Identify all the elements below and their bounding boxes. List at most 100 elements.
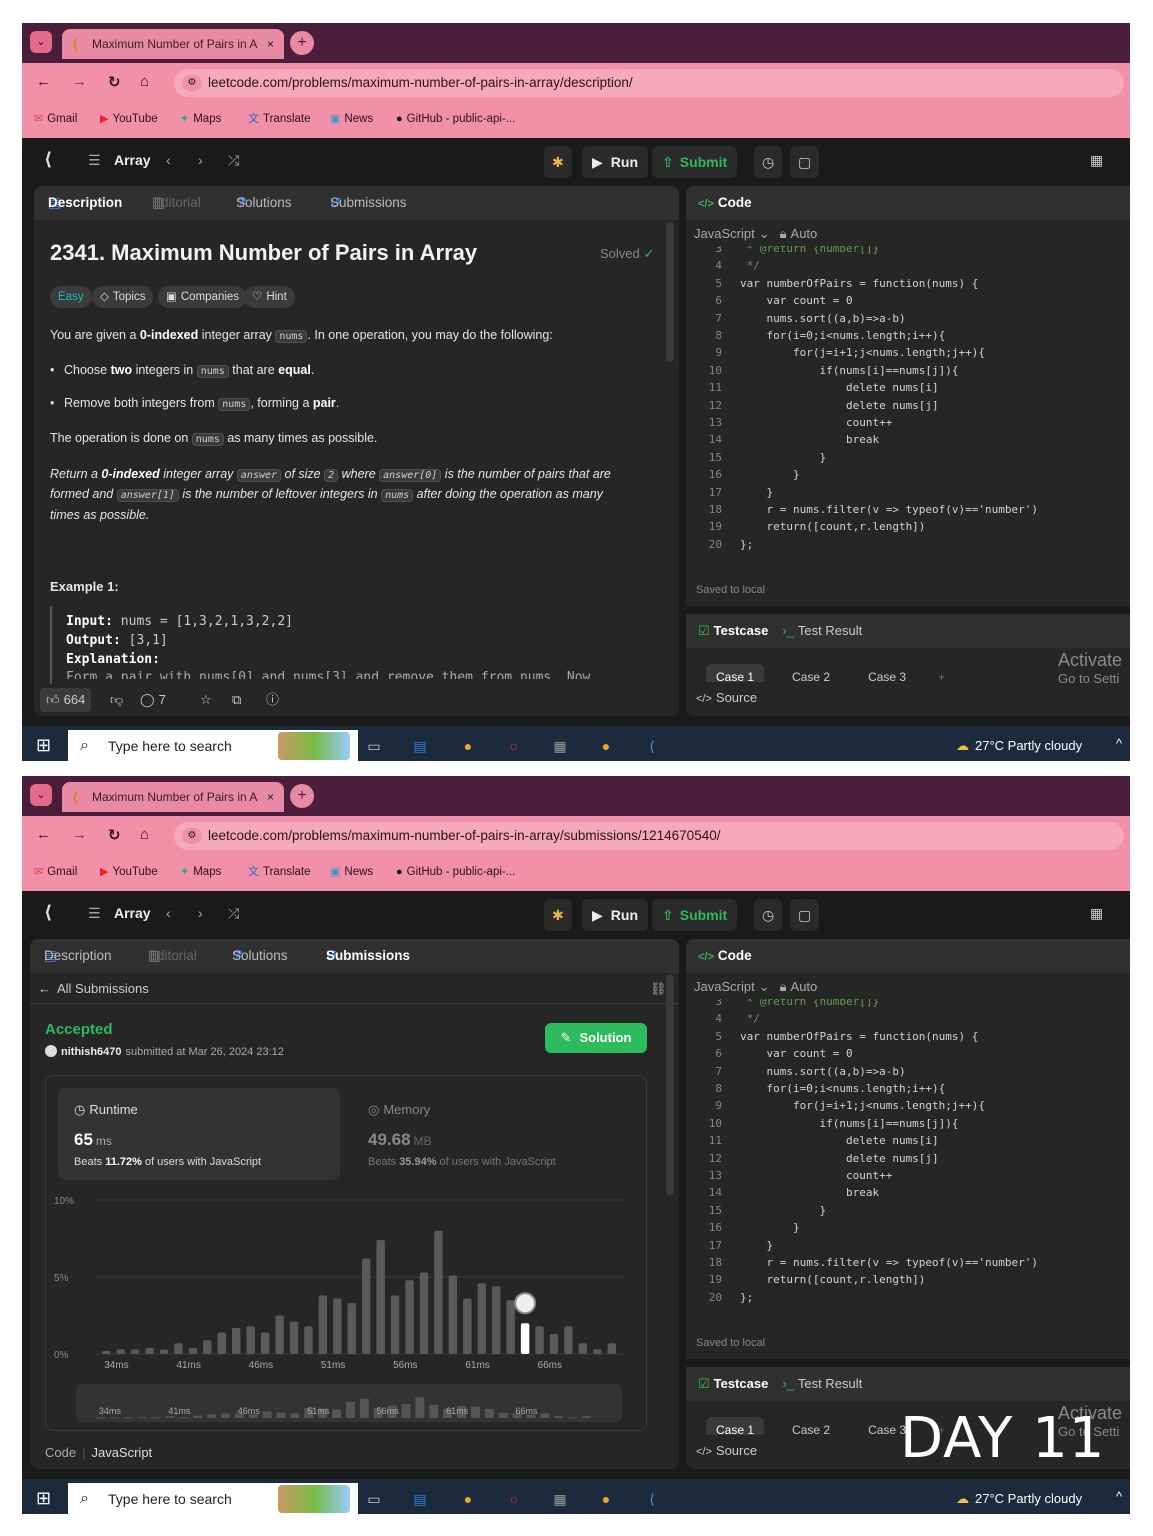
add-case-icon[interactable]: + xyxy=(934,664,949,682)
browser-tab[interactable]: ⟨ Maximum Number of Pairs in A × xyxy=(62,29,284,59)
runtime-box[interactable]: ◷ Runtime 65 ms Beats 11.72% of users with J… xyxy=(58,1088,340,1180)
chart-bar[interactable] xyxy=(275,1315,284,1355)
chart-bar[interactable] xyxy=(405,1280,414,1354)
reload-icon[interactable]: ↻ xyxy=(108,826,121,844)
chip-2[interactable]: ♡ Hint xyxy=(244,286,295,308)
run-button[interactable]: ▶ Run xyxy=(582,146,648,178)
chart-bar[interactable] xyxy=(535,1326,544,1354)
chart-bar[interactable] xyxy=(203,1340,212,1354)
task-view-icon[interactable]: ▭ xyxy=(362,734,386,758)
chart-bar[interactable] xyxy=(333,1298,342,1354)
timer-icon[interactable]: ◷ xyxy=(754,146,783,178)
chart-bar[interactable] xyxy=(130,1349,140,1354)
submit-button[interactable]: ⇧ Submit xyxy=(652,146,738,178)
chart-bar[interactable] xyxy=(578,1343,588,1354)
bookmark-2[interactable]: ✦ Maps xyxy=(180,856,221,888)
chart-bar[interactable] xyxy=(564,1326,573,1354)
windows-start-icon[interactable]: ⊞ xyxy=(36,1488,51,1509)
weather-widget[interactable]: ☁ 27°C Partly cloudy xyxy=(956,738,1082,754)
chart-bar[interactable] xyxy=(448,1275,458,1354)
chart-bar[interactable] xyxy=(419,1272,429,1354)
chart-bar[interactable] xyxy=(506,1300,515,1354)
file-explorer-icon[interactable]: ▤ xyxy=(408,1487,432,1511)
chart-bar[interactable] xyxy=(376,1240,385,1354)
leetcode-logo-icon[interactable]: ⟨ xyxy=(44,902,52,923)
debug-icon[interactable]: ✱ xyxy=(544,146,572,178)
next-problem-icon[interactable]: › xyxy=(198,152,203,168)
case-tab-2[interactable]: Case 2 xyxy=(782,1417,840,1435)
chart-bar[interactable] xyxy=(463,1298,472,1354)
chart-bar[interactable] xyxy=(362,1258,371,1354)
weather-widget[interactable]: ☁ 27°C Partly cloudy xyxy=(956,1491,1082,1507)
bookmark-4[interactable]: ▣ News xyxy=(330,856,373,888)
bookmark-3[interactable]: 文 Translate xyxy=(248,856,311,888)
chip-1[interactable]: ▣ Companies xyxy=(158,286,248,308)
chart-bar[interactable] xyxy=(477,1283,486,1354)
run-button[interactable]: ▶ Run xyxy=(582,899,648,931)
browser-tab[interactable]: ⟨ Maximum Number of Pairs in A × xyxy=(62,782,284,812)
chart-bar[interactable] xyxy=(217,1332,226,1354)
language-select[interactable]: JavaScript ⌄ xyxy=(694,979,780,994)
panel-divider[interactable] xyxy=(686,606,1130,614)
source-link[interactable]: </> Source xyxy=(696,690,757,705)
chart-bar[interactable] xyxy=(318,1295,328,1354)
help-icon[interactable]: ⓘ xyxy=(266,684,279,716)
memory-box[interactable]: ◎ Memory 49.68 MB Beats 35.94% of users with… xyxy=(356,1088,638,1180)
chart-bar[interactable] xyxy=(260,1332,270,1354)
chrome-icon[interactable]: ● xyxy=(456,734,480,758)
chart-bar[interactable] xyxy=(159,1349,169,1354)
chrome-profile-icon[interactable]: ● xyxy=(594,1487,618,1511)
chart-bar[interactable] xyxy=(246,1326,255,1354)
layout-icon[interactable]: ▦ xyxy=(1090,905,1103,922)
debug-icon[interactable]: ✱ xyxy=(544,899,572,931)
opera-icon[interactable]: ○ xyxy=(502,734,526,758)
tab-testcase[interactable]: Testcase xyxy=(714,1376,769,1391)
site-info-icon[interactable]: ⚙ xyxy=(182,75,202,91)
chip-0[interactable]: ◇ Topics xyxy=(92,286,154,308)
case-tab-3[interactable]: Case 3 xyxy=(858,664,916,682)
chart-bar[interactable] xyxy=(607,1343,616,1354)
leetcode-logo-icon[interactable]: ⟨ xyxy=(44,149,52,170)
back-icon[interactable]: ← xyxy=(36,826,51,843)
like-button[interactable]: 👍︎ 664 xyxy=(40,688,92,712)
problem-list-icon[interactable]: ☰ xyxy=(88,905,101,922)
next-problem-icon[interactable]: › xyxy=(198,905,203,921)
chart-bar[interactable] xyxy=(593,1349,602,1354)
file-explorer-icon[interactable]: ▤ xyxy=(408,734,432,758)
all-submissions-link[interactable]: ← All Submissions xyxy=(38,981,149,996)
chart-bar[interactable] xyxy=(289,1321,299,1354)
share-icon[interactable]: ⧉ xyxy=(232,684,241,716)
new-tab-button[interactable]: + xyxy=(290,784,314,808)
reload-icon[interactable]: ↻ xyxy=(108,73,121,91)
forward-icon[interactable]: → xyxy=(72,826,87,843)
notes-icon[interactable]: ▢ xyxy=(790,146,820,178)
username[interactable]: nithish6470 xyxy=(61,1046,122,1058)
chart-bar[interactable] xyxy=(304,1326,313,1354)
tab-search-dropdown[interactable]: ⌄ xyxy=(30,784,52,806)
comments-button[interactable]: ◯ 7 xyxy=(140,684,166,716)
site-info-icon[interactable]: ⚙ xyxy=(182,828,202,844)
chart-bar[interactable] xyxy=(116,1349,125,1354)
case-tab-1[interactable]: Case 1 xyxy=(706,1417,765,1435)
new-tab-button[interactable]: + xyxy=(290,31,314,55)
shuffle-icon[interactable]: ⤮ xyxy=(228,905,239,922)
tab-test-result[interactable]: Test Result xyxy=(798,1376,862,1391)
chart-bar[interactable] xyxy=(174,1343,183,1354)
chart-bar[interactable] xyxy=(549,1333,559,1354)
home-icon[interactable]: ⌂ xyxy=(140,826,149,843)
shuffle-icon[interactable]: ⤮ xyxy=(228,152,239,169)
solution-button[interactable]: ✎ Solution xyxy=(545,1023,647,1053)
source-link[interactable]: </> Source xyxy=(696,1443,757,1458)
task-view-icon[interactable]: ▭ xyxy=(362,1487,386,1511)
calculator-icon[interactable]: ▦ xyxy=(548,1487,572,1511)
chart-bar[interactable] xyxy=(347,1303,356,1354)
timer-icon[interactable]: ◷ xyxy=(754,899,783,931)
bookmark-4[interactable]: ▣ News xyxy=(330,103,373,135)
taskbar-search[interactable]: ⌕ Type here to search xyxy=(68,730,358,761)
tab-search-dropdown[interactable]: ⌄ xyxy=(30,31,52,53)
code-editor[interactable]: 3 * @return {number[]} 4 */5 var numberOfP… xyxy=(686,999,1130,1319)
chart-bar[interactable] xyxy=(434,1230,443,1354)
url-field[interactable]: ⚙ leetcode.com/problems/maximum-number-o… xyxy=(174,822,1124,850)
bookmark-1[interactable]: ▶ YouTube xyxy=(100,856,158,888)
case-tab-1[interactable]: Case 1 xyxy=(706,664,765,682)
